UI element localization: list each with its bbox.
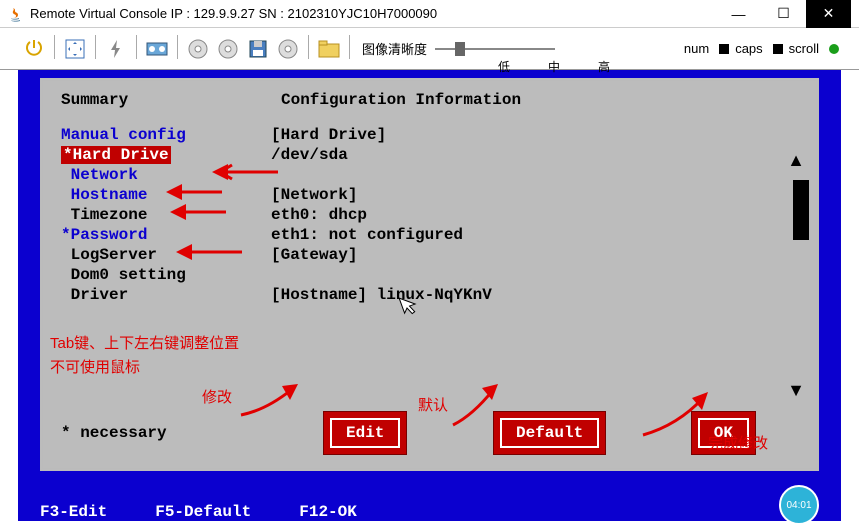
clock-badge: 04:01 [779,485,819,525]
summary-item[interactable]: *Password [61,225,271,245]
disc3-icon[interactable] [274,35,302,63]
default-button[interactable]: Default [493,411,606,455]
tui-window: Summary Configuration Information Manual… [40,78,819,471]
minimize-button[interactable]: — [716,0,761,28]
summary-item[interactable]: Network [61,165,271,185]
disc2-icon[interactable] [214,35,242,63]
conf-header: Configuration Information [281,91,521,109]
num-label: num [684,41,709,56]
power-icon[interactable] [20,35,48,63]
scrollbar[interactable] [793,180,809,240]
caps-label: caps [735,41,762,56]
conf-line: eth0: dhcp [271,205,798,225]
summary-item[interactable]: Timezone [61,205,271,225]
f3-hint: F3-Edit [40,503,107,521]
maximize-button[interactable]: ☐ [761,0,806,28]
clarity-label: 图像清晰度 [362,39,427,58]
summary-column[interactable]: Manual config*Hard Drive Network Hostnam… [61,125,271,305]
java-icon [8,6,24,22]
slider-marks: 低 中 高 [498,58,610,75]
conf-line: [Network] [271,185,798,205]
num-led [719,44,729,54]
toolbar: 图像清晰度 num caps scroll [0,28,859,70]
close-button[interactable]: ✕ [806,0,851,28]
ok-button[interactable]: OK [691,411,756,455]
conf-line: [Hostname] linux-NqYKnV [271,285,798,305]
summary-item[interactable]: LogServer [61,245,271,265]
f5-hint: F5-Default [155,503,251,521]
summary-item[interactable]: Dom0 setting [61,265,271,285]
conf-line [271,165,798,185]
summary-item[interactable]: Driver [61,285,271,305]
conf-line [271,265,798,285]
recorder-icon[interactable] [143,35,171,63]
conf-line: [Hard Drive] [271,125,798,145]
scroll-led [829,44,839,54]
console-area: Summary Configuration Information Manual… [18,70,841,521]
caps-led [773,44,783,54]
conf-line: /dev/sda [271,145,798,165]
disc1-icon[interactable] [184,35,212,63]
folder-icon[interactable] [315,35,343,63]
scroll-label: scroll [789,41,819,56]
summary-item[interactable]: Hostname [61,185,271,205]
summary-item[interactable]: Manual config [61,125,271,145]
conf-line: eth1: not configured [271,225,798,245]
window-titlebar: Remote Virtual Console IP : 129.9.9.27 S… [0,0,859,28]
necessary-label: * necessary [61,424,167,442]
summary-item[interactable]: *Hard Drive [61,145,271,165]
flash-icon[interactable] [102,35,130,63]
floppy-icon[interactable] [244,35,272,63]
summary-header: Summary [61,91,271,109]
move-icon[interactable] [61,35,89,63]
fkey-hints: F3-Edit F5-Default F12-OK [40,503,357,521]
conf-column: [Hard Drive]/dev/sda [Network]eth0: dhcp… [271,125,798,305]
window-title: Remote Virtual Console IP : 129.9.9.27 S… [30,6,716,21]
conf-line: [Gateway] [271,245,798,265]
scroll-down-icon[interactable]: ▼ [787,380,805,401]
edit-button[interactable]: Edit [323,411,407,455]
scroll-up-icon[interactable]: ▲ [787,150,805,171]
clarity-slider[interactable] [435,48,555,50]
f12-hint: F12-OK [299,503,357,521]
